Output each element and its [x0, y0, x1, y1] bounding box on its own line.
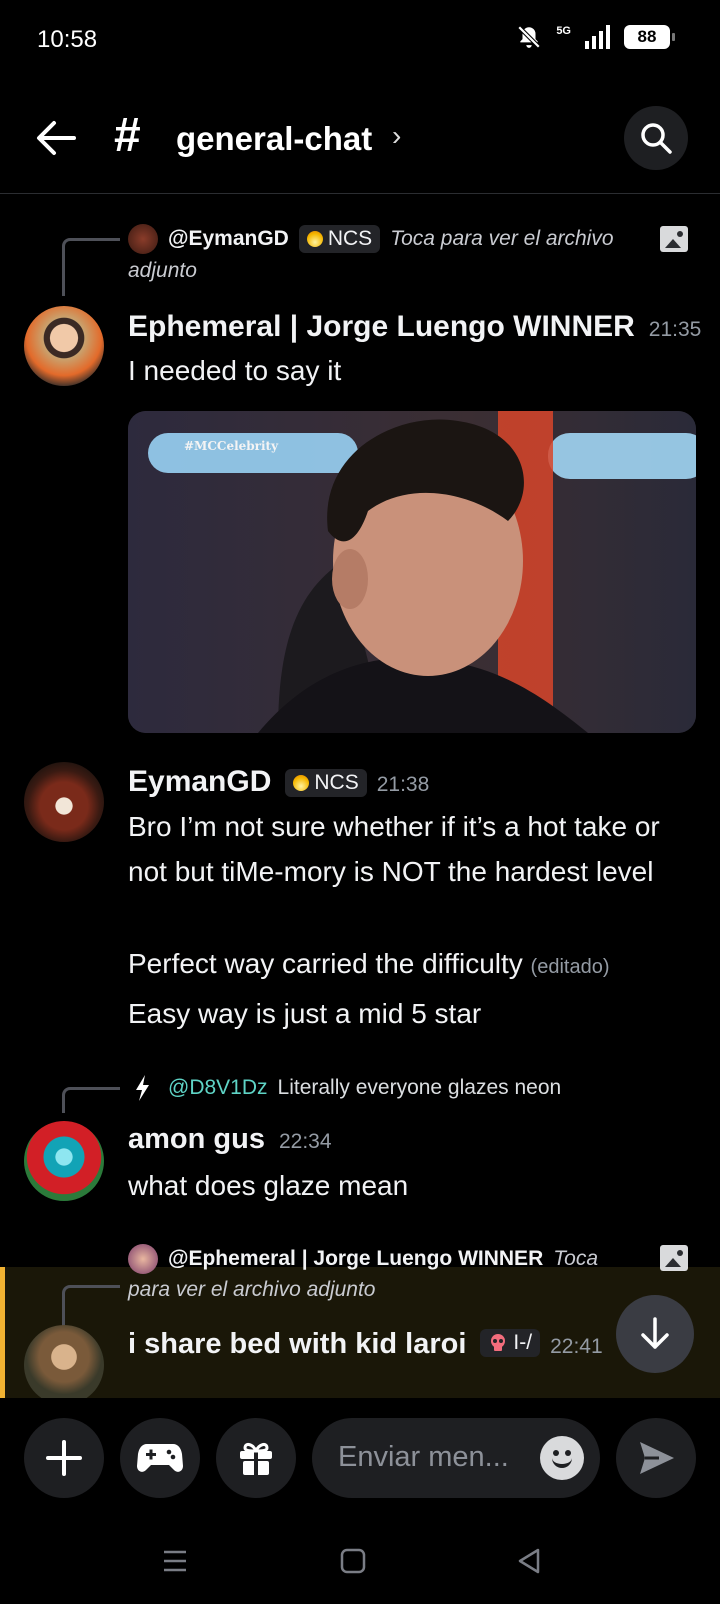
guild-tag: NCS — [298, 225, 381, 253]
message-text: Bro I’m not sure whether if it’s a hot t… — [128, 811, 660, 887]
message-header: Ephemeral | Jorge Luengo WINNER 21:35 — [128, 310, 701, 344]
reply-preview[interactable]: @Ephemeral | Jorge Luengo WINNER Toca — [128, 1244, 598, 1274]
arrow-left-icon — [37, 121, 76, 155]
message-text: Easy way is just a mid 5 star — [128, 998, 482, 1029]
gamepad-icon — [137, 1444, 183, 1472]
emoji-button[interactable] — [540, 1436, 584, 1480]
channel-header: # general-chat › — [0, 84, 720, 194]
flame-icon — [293, 775, 310, 791]
chevron-right-icon[interactable]: › — [392, 120, 401, 152]
skull-icon — [491, 1334, 506, 1351]
message-header: EymanGD NCS 21:38 — [128, 765, 429, 799]
reply-preview[interactable]: @EymanGD NCS Toca para ver el archivo — [128, 224, 614, 254]
gift-icon — [240, 1442, 272, 1475]
search-icon — [641, 123, 672, 154]
avatar[interactable] — [24, 306, 104, 386]
jump-to-present-button[interactable] — [616, 1295, 694, 1373]
guild-tag: I-/ — [480, 1329, 541, 1357]
reply-avatar — [128, 1073, 158, 1103]
image-icon — [660, 1245, 688, 1271]
avatar[interactable] — [24, 1121, 104, 1201]
reply-avatar — [128, 224, 158, 254]
reply-text-cont: para ver el archivo adjunto — [128, 1278, 375, 1302]
reply-preview[interactable]: @D8V1Dz Literally everyone glazes neon — [128, 1073, 561, 1103]
message-header: amon gus 22:34 — [128, 1123, 332, 1156]
arrow-down-icon — [641, 1317, 669, 1349]
message-text: I needed to say it — [128, 355, 342, 386]
edited-label: (editado) — [530, 956, 610, 978]
status-bar: 10:58 5G 88 — [0, 0, 720, 84]
channel-hash-icon: # — [114, 109, 141, 162]
flame-icon — [306, 231, 323, 247]
plus-icon — [46, 1440, 82, 1476]
channel-title[interactable]: general-chat — [176, 120, 372, 158]
back-button[interactable] — [34, 116, 78, 160]
embedded-image — [128, 411, 696, 733]
avatar[interactable] — [24, 1325, 104, 1398]
network-type: 5G — [556, 25, 571, 37]
send-icon — [640, 1442, 674, 1474]
send-button[interactable] — [616, 1418, 696, 1498]
status-icons: 5G 88 — [516, 24, 675, 50]
attach-button[interactable] — [24, 1418, 104, 1498]
timestamp: 21:35 — [648, 318, 702, 341]
reply-text-line2: para ver el archivo adjunto — [128, 1278, 376, 1301]
system-nav-bar — [0, 1518, 720, 1604]
activities-button[interactable] — [120, 1418, 200, 1498]
message-text-line: Perfect way carried the difficulty — [128, 948, 523, 979]
timestamp: 22:41 — [550, 1335, 603, 1358]
reply-connector — [62, 1087, 120, 1113]
timestamp: 22:34 — [278, 1130, 332, 1153]
lightning-icon — [136, 1075, 149, 1101]
avatar[interactable] — [24, 762, 104, 842]
reply-username[interactable]: @Ephemeral | Jorge Luengo WINNER — [168, 1247, 543, 1271]
reply-text-line2: adjunto — [128, 259, 197, 282]
message-placeholder: Enviar men... — [338, 1441, 509, 1473]
gif-embed[interactable]: #MCCelebrity — [128, 411, 696, 733]
author-name[interactable]: Ephemeral | Jorge Luengo WINNER — [128, 310, 635, 344]
reply-username[interactable]: @D8V1Dz — [168, 1076, 268, 1100]
message-composer: Enviar men... — [0, 1398, 720, 1518]
timestamp: 21:38 — [376, 773, 430, 796]
author-name[interactable]: amon gus — [128, 1123, 265, 1156]
author-name[interactable]: i share bed with kid laroi — [128, 1328, 466, 1361]
menu-icon[interactable] — [162, 1548, 188, 1574]
message-text: Perfect way carried the difficulty (edit… — [128, 941, 708, 990]
image-icon — [660, 226, 688, 252]
guild-tag: NCS — [285, 769, 367, 797]
search-button[interactable] — [624, 106, 688, 170]
reply-avatar — [128, 1244, 158, 1274]
gift-button[interactable] — [216, 1418, 296, 1498]
message-text: what does glaze mean — [128, 1170, 409, 1201]
notifications-muted-icon — [518, 25, 541, 49]
message-header: i share bed with kid laroi I-/ 22:41 — [128, 1328, 603, 1361]
reply-text: Toca para ver el archivo — [390, 227, 614, 250]
message-input[interactable]: Enviar men... — [312, 1418, 600, 1498]
reply-connector — [62, 238, 120, 296]
reply-text: Toca — [553, 1247, 598, 1270]
reply-text: Literally everyone glazes neon — [277, 1076, 562, 1099]
author-name[interactable]: EymanGD — [128, 765, 271, 799]
battery-icon: 88 — [624, 25, 675, 49]
gif-watermark: #MCCelebrity — [184, 439, 279, 453]
status-time: 10:58 — [37, 26, 98, 53]
signal-icon — [585, 25, 610, 49]
reply-username[interactable]: @EymanGD — [168, 227, 289, 251]
reply-text-cont: adjunto — [128, 259, 197, 283]
back-nav-icon[interactable] — [516, 1548, 542, 1574]
home-icon[interactable] — [340, 1548, 366, 1574]
message-list[interactable]: @EymanGD NCS Toca para ver el archivo ad… — [0, 195, 720, 1398]
